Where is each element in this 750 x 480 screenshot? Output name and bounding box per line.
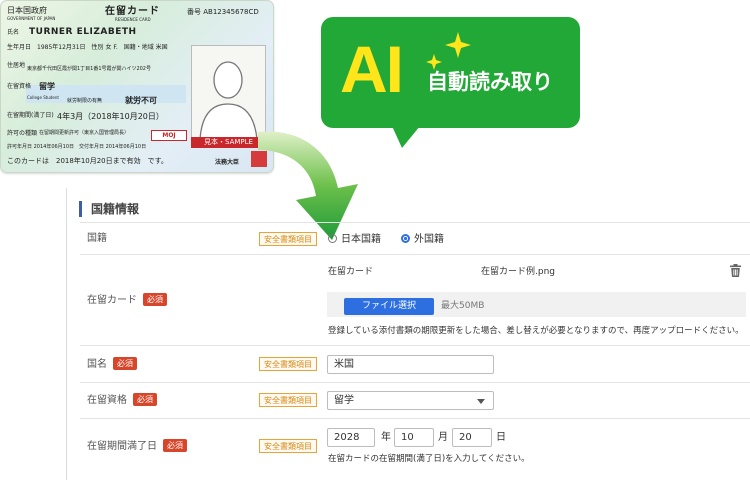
card-address: 東京都千代田区霞が関1丁目1番1号霞が関ハイツ202号 [27,66,151,72]
radio-unchecked-icon [328,234,337,243]
card-status-label: 在留資格 [7,83,32,90]
card-name: TURNER ELIZABETH [29,27,137,37]
divider [80,418,750,419]
safe-doc-tag: 安全書類項目 [259,232,317,246]
ai-subtitle: 自動読み取り [427,70,553,94]
day-unit: 日 [496,432,506,443]
card-title: 在留カード [105,6,160,17]
section-title: 国籍情報 [91,202,140,216]
card-address-label: 住居地 [7,62,26,69]
required-badge: 必須 [143,293,167,306]
card-photo [191,45,266,140]
card-gov-en: GOVERNMENT OF JAPAN [7,16,56,21]
residence-card-image: 日本国政府 GOVERNMENT OF JAPAN 在留カード RESIDENC… [0,0,274,173]
expiry-year-input[interactable]: 2028 [327,428,375,447]
divider [80,345,750,346]
card-work: 就労不可 [125,96,157,105]
required-badge: 必須 [163,439,187,452]
required-badge: 必須 [113,357,137,370]
expiry-day-input[interactable]: 20 [452,428,492,447]
safe-doc-tag: 安全書類項目 [259,393,317,407]
status-select-value: 留学 [334,395,354,406]
card-minister: 法務大臣 [215,159,240,166]
moj-logo: MOJ [151,130,187,141]
safe-doc-tag: 安全書類項目 [259,439,317,453]
expiry-hint: 在留カードの在留期間(満了日)を入力してください。 [328,454,530,464]
status-label: 在留資格 必須 [87,393,157,408]
card-work-label: 就労制限の有無 [67,98,103,104]
country-input[interactable]: 米国 [327,355,494,374]
uploaded-file-name: 在留カード例.png [481,267,555,277]
card-dob: 生年月日 1985年12月31日 性別 女 F. 国籍・地域 米国 [7,44,168,51]
safe-doc-tag: 安全書類項目 [259,357,317,371]
nationality-label: 国籍 [87,233,107,244]
person-silhouette-icon [199,61,258,139]
expiry-label: 在留期間満了日 必須 [87,439,187,454]
card-gov: 日本国政府 [7,6,47,15]
residence-card-label: 在留カード 必須 [87,293,167,308]
radio-foreign-label: 外国籍 [414,234,444,245]
divider [80,254,750,255]
card-issue: 許可年月日 2014年06月10日 交付年月日 2014年06月10日 [7,144,147,150]
radio-japanese-label: 日本国籍 [341,234,381,245]
expiry-month-input[interactable]: 10 [394,428,434,447]
card-permit: 在留期間更新許可（東京入国管理局長） [39,130,130,136]
card-name-label: 氏名 [7,29,20,36]
max-size-note: 最大50MB [441,301,485,311]
month-unit: 月 [438,432,448,443]
radio-checked-icon [401,234,410,243]
radio-japanese[interactable]: 日本国籍 [328,234,381,246]
year-unit: 年 [381,432,391,443]
sample-label: 見本・SAMPLE [191,137,266,148]
update-note: 登録している添付書類の期限更新をした場合、差し替えが必要となりますので、再度アッ… [328,326,744,336]
card-status-en: College Student [27,95,59,100]
minister-stamp [251,151,267,167]
card-period: 4年3月（2018年10月20日） [57,112,164,121]
section-marker [79,201,82,217]
card-number: 番号 AB12345678CD [187,8,259,16]
doc-name: 在留カード [328,267,374,277]
radio-foreign[interactable]: 外国籍 [401,234,444,246]
card-valid: このカードは 2018年10月20日まで有効 です。 [7,157,168,165]
chevron-down-icon [477,399,485,404]
card-title-en: RESIDENCE CARD [115,17,151,22]
card-period-label: 在留期間(満了日) [7,112,54,119]
divider [80,222,750,223]
choose-file-button[interactable]: ファイル選択 [344,298,434,315]
status-select[interactable]: 留学 [327,391,494,410]
required-badge: 必須 [133,393,157,406]
country-label: 国名 必須 [87,357,137,372]
ai-title: AI [340,32,404,106]
card-status: 留学 [39,82,55,91]
card-permit-label: 許可の種類 [7,130,38,137]
divider [80,382,750,383]
trash-icon[interactable] [730,264,741,277]
